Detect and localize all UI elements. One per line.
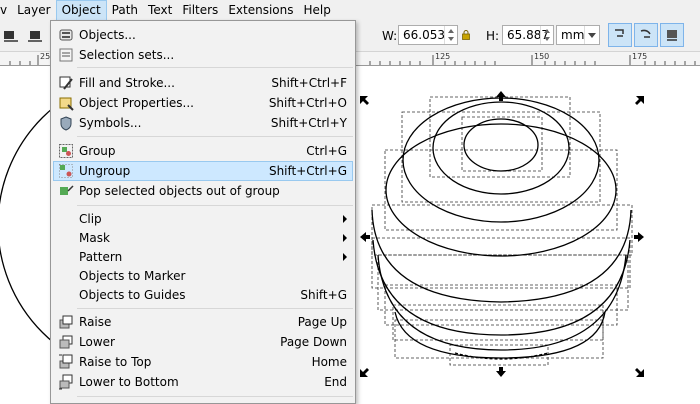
pop-out-icon <box>60 185 74 195</box>
menu-item-shortcut: Page Down <box>280 335 347 349</box>
menu-item-label: Objects to Guides <box>79 288 186 302</box>
menu-object[interactable]: Object <box>55 0 107 21</box>
ruler-label: 175 <box>632 52 648 61</box>
menu-item-shortcut: Shift+Ctrl+O <box>268 96 347 110</box>
menu-separator <box>77 67 353 68</box>
menu-separator <box>77 136 353 137</box>
selection-sets-icon <box>59 48 73 62</box>
submenu-arrow-icon <box>343 215 347 223</box>
raise-icon <box>59 315 73 329</box>
menu-item-label: Objects... <box>79 28 136 42</box>
menu-extensions[interactable]: Extensions <box>223 0 298 21</box>
width-value: 66.053 <box>403 28 445 42</box>
height-input[interactable]: 65.887 <box>502 25 554 45</box>
group-icon <box>59 144 73 158</box>
menu-item-shortcut: Ctrl+G <box>306 144 347 158</box>
w-label: W: <box>382 29 398 43</box>
menu-view[interactable]: v <box>0 0 12 21</box>
submenu-arrow-icon <box>343 234 347 242</box>
h-label: H: <box>486 29 500 43</box>
menu-item-label: Lower <box>79 335 115 349</box>
object-properties-icon <box>59 97 74 111</box>
fill-stroke-icon <box>59 76 73 90</box>
menu-layer[interactable]: Layer <box>12 0 55 21</box>
menu-path[interactable]: Path <box>107 0 143 21</box>
menu-item-label: Raise to Top <box>79 355 152 369</box>
menu-item-label: Ungroup <box>79 164 131 178</box>
menu-separator <box>77 396 353 397</box>
menu-separator <box>77 308 353 309</box>
menu-item-raise-to-top[interactable]: Raise to Top Home <box>53 352 353 372</box>
menu-item-symbols[interactable]: Symbols... Shift+Ctrl+Y <box>53 113 353 133</box>
menu-item-pop-out-of-group[interactable]: Pop selected objects out of group <box>53 181 353 201</box>
raise-to-top-icon <box>59 354 73 369</box>
menu-item-raise[interactable]: Raise Page Up <box>53 312 353 332</box>
menu-separator <box>77 205 353 206</box>
lower-icon <box>59 335 73 349</box>
menu-item-clip[interactable]: Clip <box>53 209 353 229</box>
menu-item-objects-to-marker[interactable]: Objects to Marker <box>53 266 353 286</box>
scale-corners-icon <box>640 29 651 38</box>
unit-select[interactable]: mm <box>556 25 600 45</box>
width-input[interactable]: 66.053 <box>398 25 458 45</box>
menu-help[interactable]: Help <box>298 0 335 21</box>
submenu-arrow-icon <box>343 253 347 261</box>
menu-item-shortcut: Shift+Ctrl+F <box>271 76 347 90</box>
menu-item-ungroup[interactable]: Ungroup Shift+Ctrl+G <box>53 161 353 181</box>
menu-item-objects-to-guides[interactable]: Objects to Guides Shift+G <box>53 285 353 305</box>
scale-stroke-toggle[interactable] <box>608 23 632 47</box>
menu-item-shortcut: Page Up <box>297 315 347 329</box>
ruler-label: 125 <box>435 52 451 61</box>
object-menu-dropdown: Objects... Selection sets... Fill and St… <box>50 20 356 404</box>
menu-item-label: Group <box>79 144 116 158</box>
menu-item-label: Pop selected objects out of group <box>79 184 280 198</box>
move-gradients-toggle[interactable] <box>660 23 684 47</box>
ungroup-icon <box>59 164 73 178</box>
menu-item-label: Object Properties... <box>79 96 194 110</box>
ruler-label: 150 <box>534 52 550 61</box>
menu-item-mask[interactable]: Mask <box>53 228 353 248</box>
menu-item-label: Mask <box>79 231 110 245</box>
menu-item-object-properties[interactable]: Object Properties... Shift+Ctrl+O <box>53 93 353 113</box>
menu-filters[interactable]: Filters <box>177 0 223 21</box>
selection-handles <box>360 91 644 377</box>
menu-item-label: Pattern <box>79 250 123 264</box>
menu-item-label: Raise <box>79 315 112 329</box>
width-spinner[interactable] <box>444 26 457 44</box>
symbols-icon <box>60 116 72 131</box>
menu-item-label: Clip <box>79 212 102 226</box>
scale-corners-toggle[interactable] <box>634 23 658 47</box>
menu-item-shortcut: Shift+G <box>300 288 347 302</box>
menu-item-shortcut: Shift+Ctrl+G <box>268 164 347 178</box>
menu-item-lower[interactable]: Lower Page Down <box>53 332 353 352</box>
menu-item-label: Objects to Marker <box>79 269 186 283</box>
menu-item-label: Selection sets... <box>79 48 175 62</box>
align-alt-icon[interactable] <box>26 27 44 45</box>
menu-item-shortcut: Home <box>311 355 347 369</box>
menu-item-objects[interactable]: Objects... <box>53 25 353 45</box>
menu-item-lower-to-bottom[interactable]: Lower to Bottom End <box>53 372 353 392</box>
menu-item-label: Lower to Bottom <box>79 375 179 389</box>
menu-item-label: Fill and Stroke... <box>79 76 175 90</box>
lock-icon[interactable] <box>462 30 470 40</box>
align-icon[interactable] <box>2 27 20 45</box>
scale-stroke-icon <box>615 29 624 37</box>
menu-bar: v Layer Object Path Text Filters Extensi… <box>0 0 700 21</box>
chevron-down-icon <box>584 26 599 44</box>
menu-item-shortcut: Shift+Ctrl+Y <box>270 116 347 130</box>
menu-item-shortcut: End <box>324 375 347 389</box>
ruler-label: 25 <box>40 52 51 61</box>
unit-value: mm <box>561 28 585 42</box>
move-gradients-icon <box>667 30 677 41</box>
menu-item-group[interactable]: Group Ctrl+G <box>53 141 353 161</box>
menu-item-pattern[interactable]: Pattern <box>53 247 353 267</box>
height-spinner[interactable] <box>540 26 553 44</box>
objects-icon <box>59 29 73 41</box>
lower-to-bottom-icon <box>59 374 73 390</box>
menu-item-fill-and-stroke[interactable]: Fill and Stroke... Shift+Ctrl+F <box>53 73 353 93</box>
menu-item-label: Symbols... <box>79 116 142 130</box>
menu-text[interactable]: Text <box>143 0 177 21</box>
menu-item-selection-sets[interactable]: Selection sets... <box>53 45 353 65</box>
